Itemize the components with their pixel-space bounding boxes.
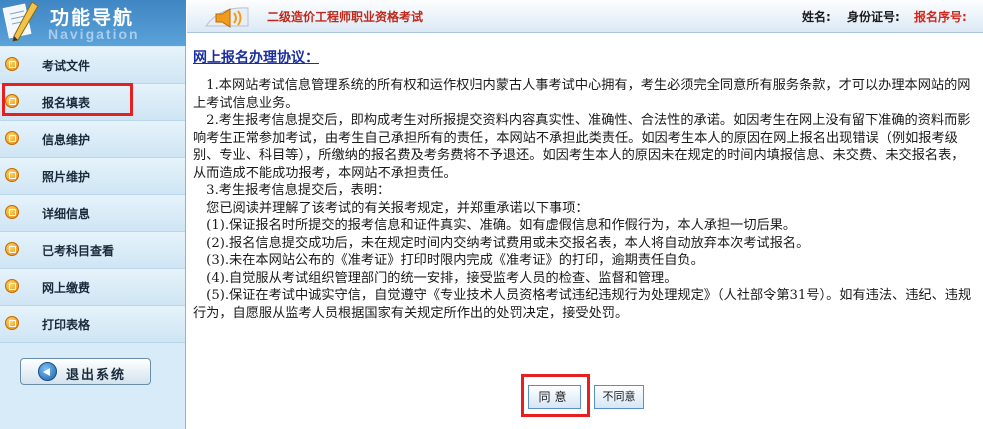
logout-button[interactable]: 退出系统 (20, 358, 151, 385)
protocol-paragraph: 2.考生报考信息提交后，即构成考生对所报提交资料内容真实性、准确性、合法性的承诺… (193, 113, 971, 181)
bullet-icon (5, 57, 19, 71)
sidebar-item-label: 打印表格 (42, 318, 91, 332)
bullet-icon (5, 94, 19, 108)
protocol-paragraph: (1).保证报名时所提交的报考信息和证件真实、准确。如有虚假信息和作假行为，本人… (193, 218, 797, 233)
protocol-body: 1.本网站考试信息管理系统的所有权和运作权归内蒙古人事考试中心拥有，考生必须完全… (193, 77, 973, 322)
sidebar-item-registration-form[interactable]: 报名填表 (0, 84, 185, 121)
bullet-icon (5, 205, 19, 219)
agree-button[interactable]: 同意 (528, 385, 581, 409)
disagree-button[interactable]: 不同意 (594, 385, 644, 409)
sidebar-item-label: 照片维护 (42, 170, 91, 184)
bullet-icon (5, 279, 19, 293)
logout-label: 退出系统 (66, 368, 127, 383)
bullet-icon (5, 168, 19, 182)
sidebar-item-info-maintenance[interactable]: 信息维护 (0, 121, 185, 158)
protocol-paragraph: 3.考生报考信息提交后，表明： (193, 183, 391, 198)
sidebar-item-label: 详细信息 (42, 207, 91, 221)
sidebar-item-exam-subjects[interactable]: 已考科目查看 (0, 232, 185, 269)
protocol-paragraph: (3).未在本网站公布的《准考证》打印时限内完成《准考证》的打印，逾期责任自负。 (193, 253, 704, 268)
protocol-paragraph: (4).自觉服从考试组织管理部门的统一安排，接受监考人员的检查、监督和管理。 (193, 270, 678, 286)
logout-arrow-icon (38, 362, 57, 381)
main-content: 网上报名办理协议： 1.本网站考试信息管理系统的所有权和运作权归内蒙古人事考试中… (187, 33, 983, 429)
nav-header: 功能导航 Navigation (0, 0, 186, 46)
protocol-paragraph: 您已阅读并理解了该考试的有关报考规定，并郑重承诺以下事项： (193, 200, 589, 216)
sidebar-item-online-payment[interactable]: 网上缴费 (0, 269, 185, 306)
announce-icon (205, 7, 249, 28)
sidebar-item-exam-files[interactable]: 考试文件 (0, 47, 185, 84)
registration-number-label: 报名序号: (914, 10, 967, 24)
sidebar-item-label: 考试文件 (42, 59, 91, 73)
sidebar: 功能导航 Navigation 考试文件 报名填表 信息维护 照片维护 详细信息… (0, 0, 186, 429)
bullet-icon (5, 242, 19, 256)
protocol-paragraph: (5).保证在考试中诚实守信，自觉遵守《专业技术人员资格考试违纪违规行为处理规定… (193, 288, 972, 321)
pen-logo-icon (2, 1, 39, 42)
exam-title: 二级造价工程师职业资格考试 (267, 10, 424, 24)
sidebar-item-label: 已考科目查看 (42, 244, 115, 258)
name-label: 姓名: (802, 10, 831, 24)
sidebar-item-label: 网上缴费 (42, 281, 91, 295)
bullet-icon (5, 316, 19, 330)
sidebar-item-print-forms[interactable]: 打印表格 (0, 306, 185, 343)
protocol-title: 网上报名办理协议： (193, 50, 319, 66)
sidebar-item-photo-maintenance[interactable]: 照片维护 (0, 158, 185, 195)
sidebar-item-label: 报名填表 (42, 96, 91, 110)
top-bar: 二级造价工程师职业资格考试 姓名: 身份证号: 报名序号: (187, 0, 983, 33)
nav-subtitle: Navigation (48, 26, 140, 42)
bullet-icon (5, 131, 19, 145)
sidebar-item-label: 信息维护 (42, 133, 91, 147)
sidebar-item-details[interactable]: 详细信息 (0, 195, 185, 232)
protocol-paragraph: 1.本网站考试信息管理系统的所有权和运作权归内蒙古人事考试中心拥有，考生必须完全… (193, 78, 971, 111)
id-number-label: 身份证号: (847, 10, 900, 24)
protocol-paragraph: (2).报名信息提交成功后，未在规定时间内交纳考试费用或未交报名表，本人将自动放… (193, 235, 810, 251)
